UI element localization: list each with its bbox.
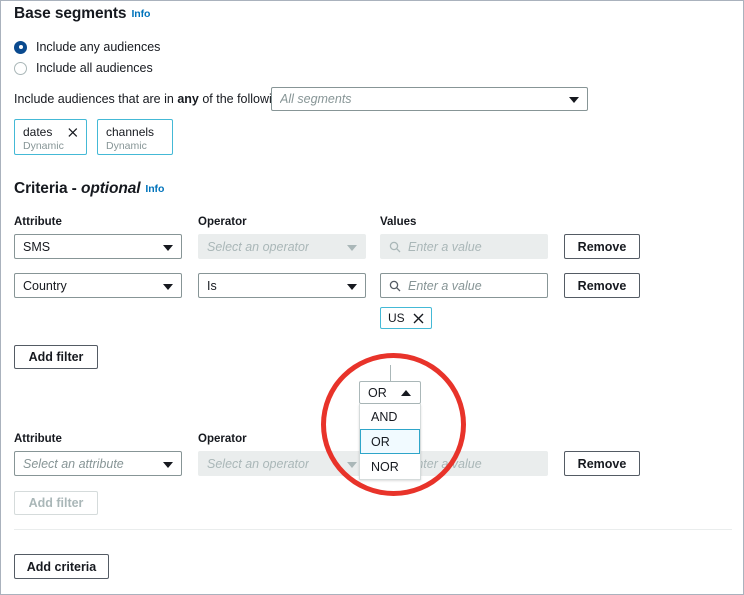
token-channels-name: channels [106, 125, 154, 139]
column-header-attribute: Attribute [14, 216, 62, 228]
chevron-down-icon [347, 245, 357, 251]
criteria-heading-optional: optional [81, 180, 140, 197]
combine-operator-option-or[interactable]: OR [360, 429, 420, 454]
add-filter-button-group-one[interactable]: Add filter [14, 345, 98, 369]
chevron-down-icon [163, 462, 173, 468]
token-channels-top: channels [106, 125, 164, 139]
section-divider [14, 529, 732, 530]
all-segments-select[interactable]: All segments [271, 87, 588, 111]
criteria-info-link[interactable]: Info [145, 183, 164, 195]
search-icon [389, 280, 401, 292]
criteria-heading-text: Criteria - [14, 180, 81, 197]
chevron-down-icon [347, 462, 357, 468]
value-chip-us-label: US [388, 311, 405, 325]
segment-token-channels[interactable]: channels Dynamic [97, 119, 173, 155]
sentence-prefix: Include audiences that are in [14, 92, 177, 106]
combine-operator-connector [390, 365, 391, 381]
row-3-operator-select[interactable]: Select an operator [198, 451, 366, 476]
search-icon [389, 241, 401, 253]
sentence-emphasis: any [177, 92, 199, 106]
token-dates-name: dates [23, 125, 52, 139]
chevron-down-icon [569, 97, 579, 103]
radio-all-indicator[interactable] [14, 62, 27, 75]
column-header-attribute-2: Attribute [14, 433, 62, 445]
row-3-attribute-placeholder: Select an attribute [23, 457, 124, 471]
radio-include-all-audiences[interactable]: Include all audiences [14, 61, 153, 75]
token-channels-subtitle: Dynamic [106, 140, 164, 152]
segment-builder-panel: Base segmentsInfo Include any audiences … [0, 0, 744, 595]
close-icon[interactable] [68, 127, 78, 138]
row-3-remove-button[interactable]: Remove [564, 451, 640, 476]
row-2-operator-value: Is [207, 279, 217, 293]
segment-token-dates[interactable]: dates Dynamic [14, 119, 87, 155]
token-dates-subtitle: Dynamic [23, 140, 78, 152]
combine-operator-trigger[interactable]: OR [359, 381, 421, 404]
row-1-operator-value: Select an operator [207, 240, 309, 254]
criteria-heading: Criteria - optional Info [14, 180, 164, 198]
base-segments-heading: Base segments Info [14, 5, 150, 23]
radio-include-any-audiences[interactable]: Include any audiences [14, 40, 160, 54]
row-1-attribute-value: SMS [23, 240, 50, 254]
token-dates-top: dates [23, 125, 78, 139]
column-header-operator-2: Operator [198, 433, 247, 445]
row-2-remove-button[interactable]: Remove [564, 273, 640, 298]
chevron-up-icon [401, 390, 411, 396]
row-2-operator-select[interactable]: Is [198, 273, 366, 298]
row-1-values-input[interactable]: Enter a value [380, 234, 548, 259]
row-2-attribute-select[interactable]: Country [14, 273, 182, 298]
chevron-down-icon [347, 284, 357, 290]
row-1-values-placeholder: Enter a value [408, 240, 482, 254]
column-header-values: Values [380, 216, 416, 228]
combine-operator-option-list[interactable]: AND OR NOR [359, 404, 421, 480]
radio-any-indicator[interactable] [14, 41, 27, 54]
close-icon[interactable] [413, 313, 424, 324]
base-segments-heading-text: Base segments [14, 5, 126, 22]
column-header-operator: Operator [198, 216, 247, 228]
combine-operator-value: OR [368, 386, 387, 400]
row-1-attribute-select[interactable]: SMS [14, 234, 182, 259]
all-segments-select-value: All segments [280, 92, 352, 106]
radio-all-label: Include all audiences [36, 61, 153, 75]
include-audiences-sentence: Include audiences that are in any of the… [14, 92, 289, 106]
row-1-remove-button[interactable]: Remove [564, 234, 640, 259]
radio-any-label: Include any audiences [36, 40, 160, 54]
combine-operator-option-nor[interactable]: NOR [360, 454, 420, 479]
row-2-values-placeholder: Enter a value [408, 279, 482, 293]
add-criteria-button[interactable]: Add criteria [14, 554, 109, 579]
chevron-down-icon [163, 284, 173, 290]
add-filter-button-group-two[interactable]: Add filter [14, 491, 98, 515]
row-3-operator-placeholder: Select an operator [207, 457, 309, 471]
row-2-attribute-value: Country [23, 279, 67, 293]
value-chip-us[interactable]: US [380, 307, 432, 329]
row-1-operator-select[interactable]: Select an operator [198, 234, 366, 259]
chevron-down-icon [163, 245, 173, 251]
row-3-attribute-select[interactable]: Select an attribute [14, 451, 182, 476]
row-2-values-input[interactable]: Enter a value [380, 273, 548, 298]
combine-operator-option-and[interactable]: AND [360, 404, 420, 429]
base-segments-info-link[interactable]: Info [131, 8, 150, 20]
